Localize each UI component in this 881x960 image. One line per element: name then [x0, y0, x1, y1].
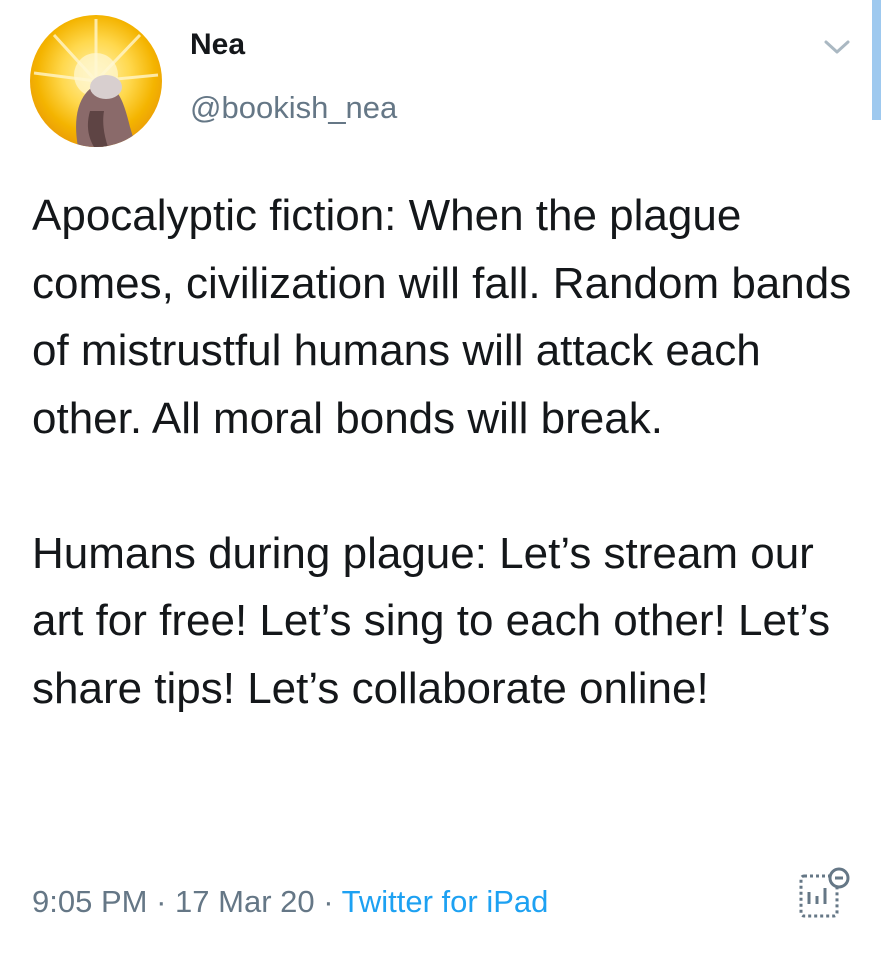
scroll-indicator	[872, 0, 881, 120]
tweet: Nea @bookish_nea Apocalyptic fiction: Wh…	[0, 0, 881, 960]
analytics-icon[interactable]	[793, 862, 855, 924]
tweet-meta: 9:05 PM · 17 Mar 20 · Twitter for iPad	[32, 884, 548, 920]
avatar-image	[33, 19, 159, 147]
avatar[interactable]	[30, 15, 162, 147]
chevron-down-icon[interactable]	[822, 36, 852, 58]
tweet-paragraph-1: Apocalyptic fiction: When the plague com…	[32, 191, 852, 443]
author-name[interactable]: Nea	[190, 28, 245, 62]
meta-separator: ·	[156, 884, 167, 919]
tweet-date[interactable]: 17 Mar 20	[175, 884, 315, 919]
tweet-text: Apocalyptic fiction: When the plague com…	[32, 182, 872, 722]
meta-separator: ·	[323, 884, 334, 919]
tweet-source-link[interactable]: Twitter for iPad	[342, 884, 549, 919]
tweet-time[interactable]: 9:05 PM	[32, 884, 147, 919]
tweet-paragraph-2: Humans during plague: Let’s stream our a…	[32, 528, 831, 713]
author-handle[interactable]: @bookish_nea	[190, 90, 397, 126]
